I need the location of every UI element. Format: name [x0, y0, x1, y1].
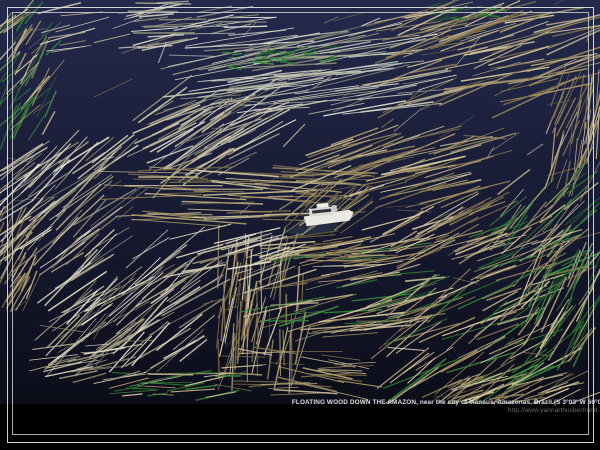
caption-title: FLOATING WOOD DOWN THE AMAZON, near the … [292, 399, 600, 407]
aerial-photo [0, 0, 600, 404]
photo-caption: FLOATING WOOD DOWN THE AMAZON, near the … [292, 399, 600, 414]
floating-logs-photo [0, 0, 600, 404]
caption-url: http://www.yannarthusbertrand.org [292, 407, 600, 414]
wallpaper: FLOATING WOOD DOWN THE AMAZON, near the … [0, 0, 600, 450]
